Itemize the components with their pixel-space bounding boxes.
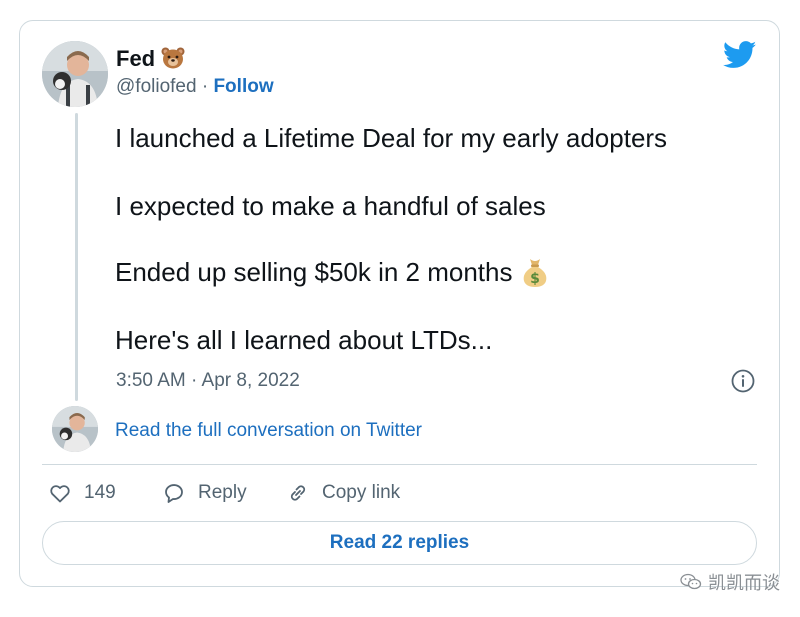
svg-text:$: $ <box>530 271 540 287</box>
author-name[interactable]: Fed <box>116 46 155 71</box>
money-bag-icon: $ <box>521 257 549 294</box>
author-avatar[interactable] <box>42 41 108 107</box>
reply-bubble-icon <box>165 484 183 503</box>
reply-button[interactable]: Reply <box>162 481 247 505</box>
author-handle-line: @foliofed · Follow <box>116 75 274 99</box>
read-full-conversation-link[interactable]: Read the full conversation on Twitter <box>115 419 422 443</box>
bear-face-icon <box>161 47 185 76</box>
actions-divider <box>42 464 757 465</box>
info-icon[interactable] <box>731 369 755 393</box>
twitter-bird-icon[interactable] <box>722 41 757 69</box>
follow-link[interactable]: Follow <box>213 76 273 97</box>
tweet-text-line-2: I expected to make a handful of sales <box>115 191 546 221</box>
author-name-line[interactable]: Fed <box>116 45 185 76</box>
like-button[interactable]: 149 <box>48 481 116 505</box>
author-handle[interactable]: @foliofed <box>116 76 197 97</box>
watermark-text: 凯凯而谈 <box>708 573 780 594</box>
wechat-watermark: 凯凯而谈 <box>680 569 780 595</box>
wechat-icon <box>680 573 702 590</box>
read-replies-button[interactable]: Read 22 replies <box>42 521 757 565</box>
heart-icon <box>50 485 70 503</box>
tweet-text-line-4: Here's all I learned about LTDs... <box>115 325 493 355</box>
reply-label: Reply <box>198 482 247 503</box>
copy-link-label: Copy link <box>322 482 401 503</box>
tweet-text-line-1: I launched a Lifetime Deal for my early … <box>115 123 668 153</box>
tweet-text-line-3-text: Ended up selling $50k in 2 months <box>115 257 513 287</box>
tweet-text-line-3: Ended up selling $50k in 2 months $ <box>115 256 549 294</box>
reader-avatar <box>52 406 98 452</box>
tweet-timestamp[interactable]: 3:50 AM · Apr 8, 2022 <box>116 369 300 393</box>
thread-connector-line <box>75 113 78 401</box>
like-count: 149 <box>84 482 116 503</box>
embedded-tweet-card: Fed @foliofed · Follow I launched a Life… <box>19 20 780 587</box>
copy-link-button[interactable]: Copy link <box>286 481 400 505</box>
separator: · <box>196 76 214 97</box>
link-icon <box>290 485 306 501</box>
